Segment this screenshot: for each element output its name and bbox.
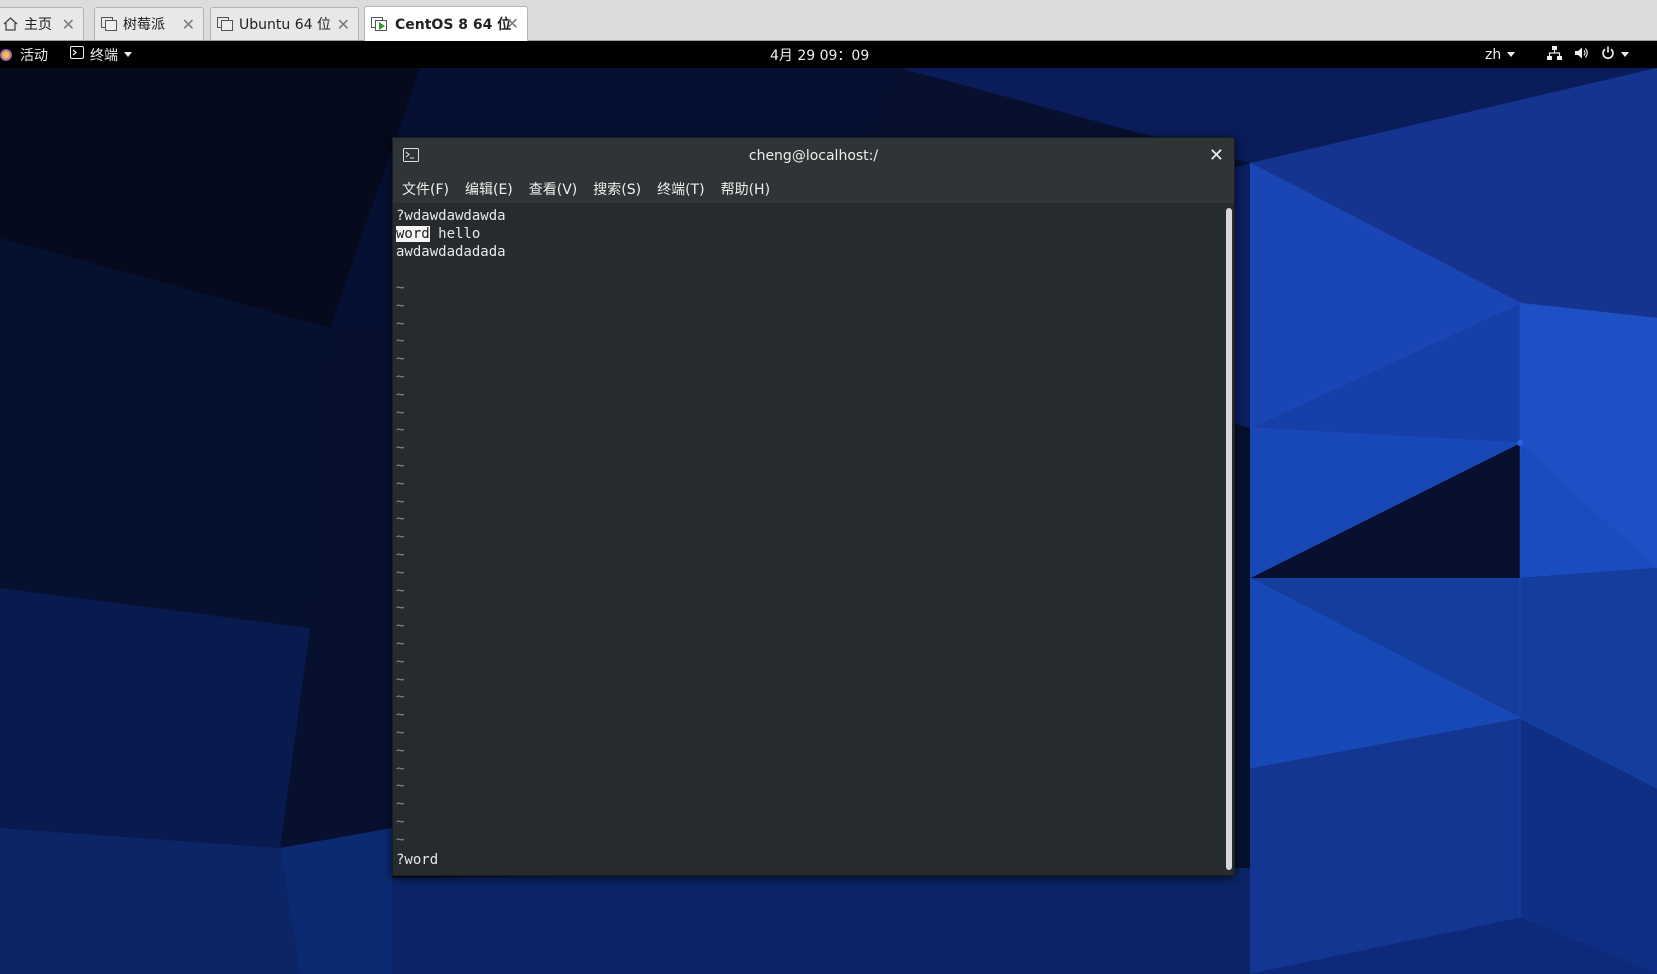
network-icon [1547, 45, 1562, 64]
close-icon[interactable]: ✕ [1209, 145, 1224, 166]
chevron-down-icon [124, 52, 132, 57]
vm-icon [217, 17, 233, 31]
vm-icon [101, 17, 117, 31]
menu-help[interactable]: 帮助(H) [713, 179, 778, 199]
empty-line-marker: ~ [396, 529, 405, 546]
menu-terminal[interactable]: 终端(T) [649, 179, 712, 199]
menu-edit[interactable]: 编辑(E) [457, 179, 521, 199]
terminal-content[interactable]: ?wdawdawdawda word hello awdawdadadada ~… [394, 204, 1222, 874]
empty-line-marker: ~ [396, 458, 405, 474]
empty-line-marker: ~ [396, 333, 405, 350]
volume-icon [1574, 46, 1589, 64]
vm-tab-centos[interactable]: CentOS 8 64 位 ✕ [364, 6, 528, 41]
text-line-2-rest: hello [429, 226, 481, 242]
empty-line-marker: ~ [396, 831, 405, 848]
empty-line-marker: ~ [396, 404, 405, 421]
empty-line-marker: ~ [396, 689, 405, 706]
activities-button[interactable]: 活动 [0, 41, 48, 68]
empty-line-marker: ~ [396, 440, 405, 457]
empty-line-marker: ~ [396, 297, 405, 314]
empty-line-marker: ~ [396, 814, 405, 830]
scrollbar[interactable] [1226, 208, 1232, 870]
tab-label: 树莓派 [123, 17, 165, 33]
gnome-top-bar: 活动 终端 4月 29 09：09 zh [0, 41, 1657, 68]
tab-label: Ubuntu 64 位 [239, 17, 331, 33]
tab-label: 主页 [24, 17, 52, 33]
empty-line-marker: ~ [396, 280, 405, 296]
home-icon [3, 17, 18, 31]
close-icon[interactable]: ✕ [62, 15, 75, 34]
chevron-down-icon [1507, 52, 1516, 57]
close-icon[interactable]: ✕ [506, 14, 519, 33]
tab-label: CentOS 8 64 位 [395, 17, 512, 33]
close-icon[interactable]: ✕ [337, 15, 350, 34]
close-icon[interactable]: ✕ [182, 15, 195, 34]
empty-line-marker: ~ [396, 618, 405, 635]
search-match: word [396, 226, 430, 242]
terminal-window[interactable]: cheng@localhost:/ ✕ 文件(F) 编辑(E) 查看(V) 搜索… [392, 137, 1235, 876]
text-line-1: ?wdawdawdawda [396, 208, 506, 224]
vm-running-icon [371, 16, 389, 32]
empty-line-marker: ~ [396, 369, 405, 385]
empty-line-marker: ~ [396, 475, 405, 492]
menu-view[interactable]: 查看(V) [521, 179, 586, 199]
empty-line-marker: ~ [396, 315, 405, 332]
vm-tab-ubuntu[interactable]: Ubuntu 64 位 ✕ [210, 7, 359, 40]
app-menu-terminal[interactable]: 终端 [70, 41, 132, 68]
activities-icon [0, 48, 12, 61]
empty-line-marker: ~ [396, 351, 405, 368]
empty-line-marker: ~ [396, 564, 405, 581]
empty-line-marker: ~ [396, 707, 405, 724]
empty-line-marker: ~ [396, 796, 405, 813]
command-line[interactable]: ?word [396, 851, 438, 869]
terminal-titlebar[interactable]: cheng@localhost:/ ✕ [393, 138, 1234, 176]
menu-search[interactable]: 搜索(S) [585, 179, 649, 199]
empty-line-marker: ~ [396, 725, 405, 741]
clock[interactable]: 4月 29 09：09 [770, 41, 869, 68]
terminal-icon [70, 46, 84, 63]
empty-line-marker: ~ [396, 671, 405, 688]
empty-line-marker: ~ [396, 493, 405, 510]
empty-line-marker: ~ [396, 653, 405, 670]
activities-label: 活动 [20, 47, 48, 64]
empty-line-marker: ~ [396, 386, 405, 403]
input-method-menu[interactable]: zh [1485, 41, 1516, 68]
window-title: cheng@localhost:/ [748, 148, 879, 164]
empty-line-marker: ~ [396, 760, 405, 777]
input-method-label: zh [1485, 46, 1502, 63]
empty-line-marker: ~ [396, 422, 405, 439]
chevron-down-icon [1621, 52, 1629, 57]
empty-line-marker: ~ [396, 547, 405, 563]
empty-line-marker: ~ [396, 582, 405, 599]
text-line-3: awdawdadadada [396, 244, 506, 260]
empty-line-marker: ~ [396, 511, 405, 528]
system-menu[interactable] [1547, 41, 1629, 68]
empty-line-marker: ~ [396, 600, 405, 617]
menu-file[interactable]: 文件(F) [393, 179, 457, 199]
empty-line-marker: ~ [396, 742, 405, 759]
empty-line-marker: ~ [396, 778, 405, 795]
empty-line-marker: ~ [396, 636, 405, 652]
vm-tab-home[interactable]: 主页 ✕ [0, 7, 84, 40]
terminal-menubar: 文件(F) 编辑(E) 查看(V) 搜索(S) 终端(T) 帮助(H) [393, 175, 1234, 203]
app-menu-label: 终端 [90, 47, 118, 64]
vm-tab-strip: 主页 ✕ 树莓派 ✕ Ubuntu 64 位 ✕ CentOS 8 64 位 ✕ [0, 0, 1657, 41]
vm-tab-raspberry[interactable]: 树莓派 ✕ [94, 7, 204, 40]
text-line-2: word hello [396, 225, 480, 243]
power-icon [1601, 46, 1615, 64]
